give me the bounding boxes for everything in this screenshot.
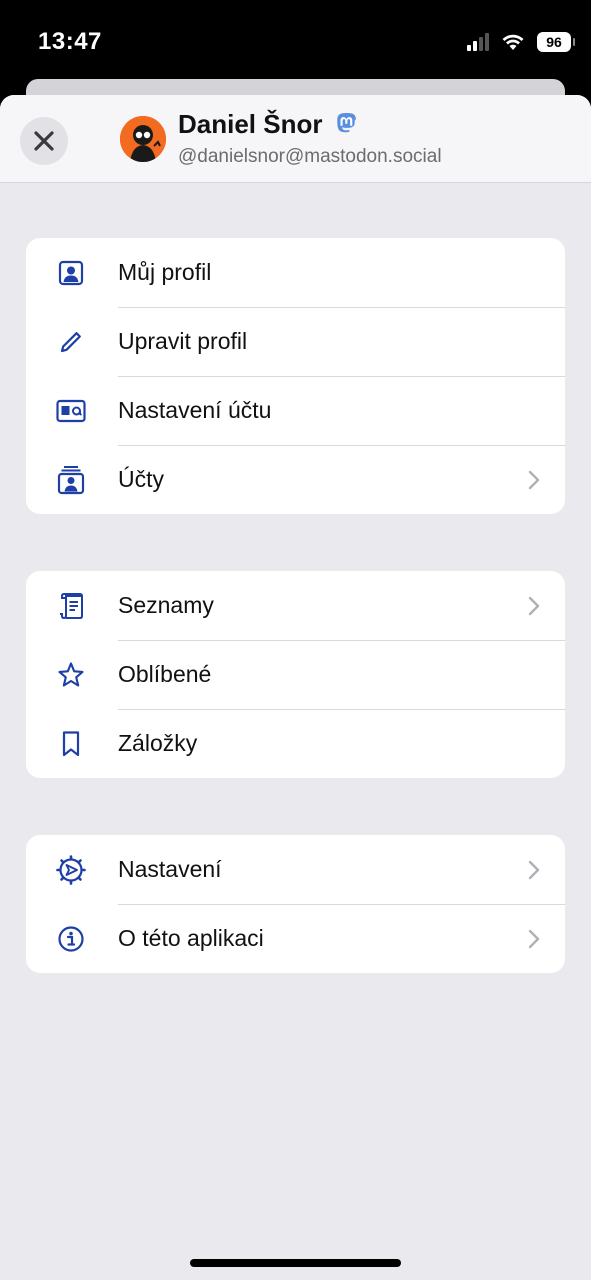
close-button[interactable] xyxy=(20,117,68,165)
menu-item-settings[interactable]: Nastavení xyxy=(26,835,565,904)
menu-item-label: Záložky xyxy=(118,730,198,756)
menu-item-label: Upravit profil xyxy=(118,328,248,354)
avatar[interactable] xyxy=(120,116,166,162)
menu-item-bookmarks[interactable]: Záložky xyxy=(26,709,565,778)
menu-item-edit-profile[interactable]: Upravit profil xyxy=(26,307,565,376)
gear-icon xyxy=(56,855,86,885)
menu-item-label: Účty xyxy=(118,466,164,492)
chevron-right-icon xyxy=(528,470,540,490)
menu-group-profile: Můj profil Upravit profil Nastavení účtu… xyxy=(26,238,565,514)
chevron-right-icon xyxy=(528,860,540,880)
menu-group-app: Nastavení O této aplikaci xyxy=(26,835,565,973)
battery-indicator: 96 xyxy=(537,32,575,52)
list-scroll-icon xyxy=(56,592,86,620)
menu-item-label: Můj profil xyxy=(118,259,212,285)
home-indicator[interactable] xyxy=(190,1259,401,1267)
user-name-text: Daniel Šnor xyxy=(178,109,323,139)
info-icon xyxy=(56,925,86,953)
wifi-icon xyxy=(502,34,524,50)
menu-item-account-settings[interactable]: Nastavení účtu xyxy=(26,376,565,445)
menu-group-content: Seznamy Oblíbené Záložky xyxy=(26,571,565,778)
account-card-icon xyxy=(56,397,86,425)
mastodon-logo-icon xyxy=(337,112,357,132)
star-icon xyxy=(56,661,86,689)
pencil-icon xyxy=(56,328,86,356)
accounts-stack-icon xyxy=(56,466,86,495)
menu-item-label: Nastavení účtu xyxy=(118,397,272,423)
menu-item-my-profile[interactable]: Můj profil xyxy=(26,238,565,307)
menu-item-favourites[interactable]: Oblíbené xyxy=(26,640,565,709)
menu-item-label: Oblíbené xyxy=(118,661,212,687)
person-icon xyxy=(56,259,86,287)
close-icon xyxy=(34,131,54,151)
status-bar: 13:47 96 xyxy=(0,0,591,90)
account-menu-sheet: Daniel Šnor @danielsnor@mastodon.social … xyxy=(0,95,591,1280)
menu-item-accounts[interactable]: Účty xyxy=(26,445,565,514)
user-display-name: Daniel Šnor xyxy=(178,109,360,140)
menu-item-about[interactable]: O této aplikaci xyxy=(26,904,565,973)
status-time: 13:47 xyxy=(38,28,102,55)
chevron-right-icon xyxy=(528,596,540,616)
user-handle: @danielsnor@mastodon.social xyxy=(178,146,442,167)
cellular-signal-icon xyxy=(467,33,489,51)
menu-item-label: O této aplikaci xyxy=(118,925,264,951)
bookmark-icon xyxy=(56,730,86,758)
menu-item-lists[interactable]: Seznamy xyxy=(26,571,565,640)
menu-item-label: Nastavení xyxy=(118,856,222,882)
sheet-header: Daniel Šnor @danielsnor@mastodon.social xyxy=(0,95,591,183)
menu-item-label: Seznamy xyxy=(118,592,214,618)
status-icons: 96 xyxy=(467,32,575,52)
chevron-right-icon xyxy=(528,929,540,949)
